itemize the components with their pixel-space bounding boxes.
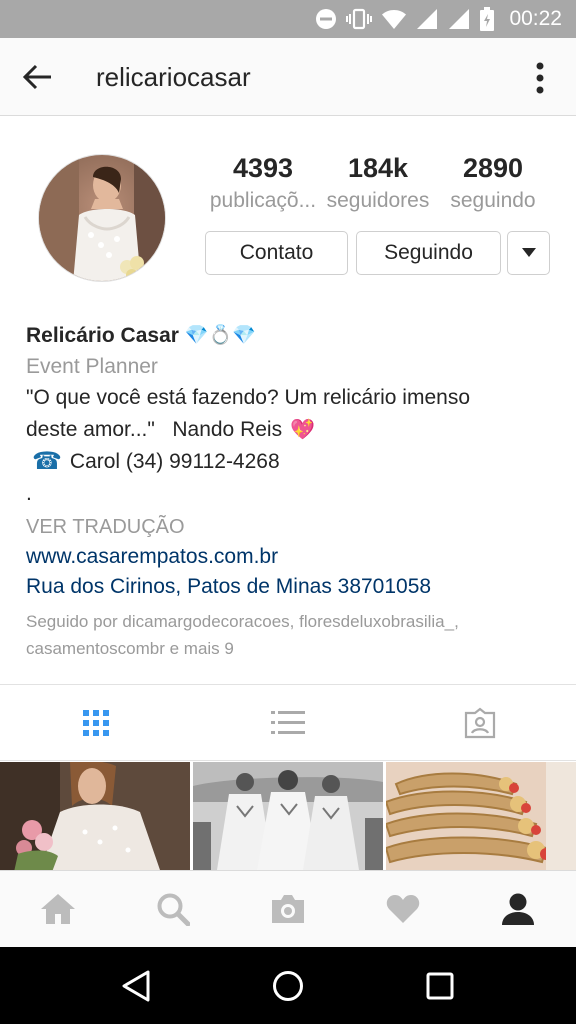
see-translation-link[interactable]: VER TRADUÇÃO [26,512,556,542]
bio-quote-line-2: deste amor..." Nando Reis [26,418,283,441]
followers-label: seguidores [326,189,430,212]
bio-address-link[interactable]: Rua dos Cirinos, Patos de Minas 38701058 [26,572,556,602]
circle-home-icon [273,970,303,1001]
heart-icon [386,895,420,923]
grid-post-bride[interactable] [0,762,190,870]
tab-list[interactable] [192,685,384,760]
followers-count[interactable]: 184k seguidores [322,150,434,216]
bio-dot: . [26,482,32,505]
bio-phone: Carol (34) 99112-4268 [69,450,280,473]
avatar-image [39,155,165,281]
bio-quote-line-2-row: deste amor..." Nando Reis 💖 [26,414,556,446]
caret-down-icon [521,248,536,257]
status-bar: 00:22 [0,0,576,38]
bio-quote-line-1: "O que você está fazendo? Um relicário i… [26,386,471,409]
profile-avatar[interactable] [38,154,166,282]
telephone-icon: ☎ [32,448,62,475]
grid-post-favors[interactable] [386,762,576,870]
square-recents-icon [426,972,454,999]
tab-tagged[interactable] [384,685,576,760]
search-icon [157,893,190,926]
followed-by-line-1: Seguido por dicamargodecoracoes, floresd… [26,612,459,631]
following-label: seguindo [450,189,536,212]
triangle-back-icon [122,970,150,1001]
camera-icon [272,895,304,923]
back-button[interactable] [18,59,58,95]
tagged-icon [464,707,496,738]
contact-button[interactable]: Contato [205,231,348,275]
photo-grid [0,762,576,870]
nav-profile[interactable] [461,871,576,947]
grid-icon [83,709,109,736]
do-not-disturb-icon [316,9,337,29]
nav-home[interactable] [0,871,115,947]
nav-camera[interactable] [230,871,345,947]
more-vertical-icon [536,62,544,94]
following-count[interactable]: 2890 seguindo [444,150,542,216]
system-home-button[interactable] [258,956,318,1016]
posts-count: 4393 publicaçõ... [204,150,322,216]
wifi-icon [382,10,407,29]
followed-by-text[interactable]: Seguido por dicamargodecoracoes, floresd… [26,608,556,662]
nav-search[interactable] [115,871,230,947]
android-system-nav [0,947,576,1024]
following-value: 2890 [462,153,524,183]
bio-name-row: Relicário Casar 💎💍💎 [26,320,556,352]
posts-label: publicaçõ... [209,189,317,212]
status-icons: 00:22 [315,7,562,31]
app-header: relicariocasar [0,38,576,116]
tab-grid[interactable] [0,685,192,760]
posts-value: 4393 [232,153,294,183]
bio-category: Event Planner [26,355,158,378]
system-recents-button[interactable] [410,956,470,1016]
bottom-navigation [0,870,576,947]
signal-icon-2 [449,9,470,29]
home-icon [40,894,75,924]
bio-website-link[interactable]: www.casarempatos.com.br [26,542,556,572]
bio-phone-row: ☎ Carol (34) 99112-4268 [26,446,556,478]
back-arrow-icon [23,64,51,90]
more-options-button[interactable] [526,58,554,98]
status-time: 00:22 [509,7,562,30]
signal-icon [417,9,438,29]
followers-value: 184k [347,153,409,183]
battery-icon [480,7,495,31]
bio-full-name: Relicário Casar [26,324,179,347]
system-back-button[interactable] [106,956,166,1016]
suggestions-dropdown-button[interactable] [507,231,550,275]
following-button[interactable]: Seguindo [356,231,501,275]
gem-ring-emojis: 💎💍💎 [184,325,256,346]
list-icon [271,710,305,734]
profile-view-tabs [0,684,576,761]
nav-activity[interactable] [346,871,461,947]
sparkling-heart-icon: 💖 [290,419,315,441]
grid-post-bridesmaids[interactable] [193,762,383,870]
followed-by-line-2: casamentoscombr e mais 9 [26,639,234,658]
profile-icon [502,893,535,925]
vibrate-icon [346,8,373,30]
profile-bio: Relicário Casar 💎💍💎 Event Planner "O que… [26,320,556,662]
profile-username: relicariocasar [96,62,251,92]
